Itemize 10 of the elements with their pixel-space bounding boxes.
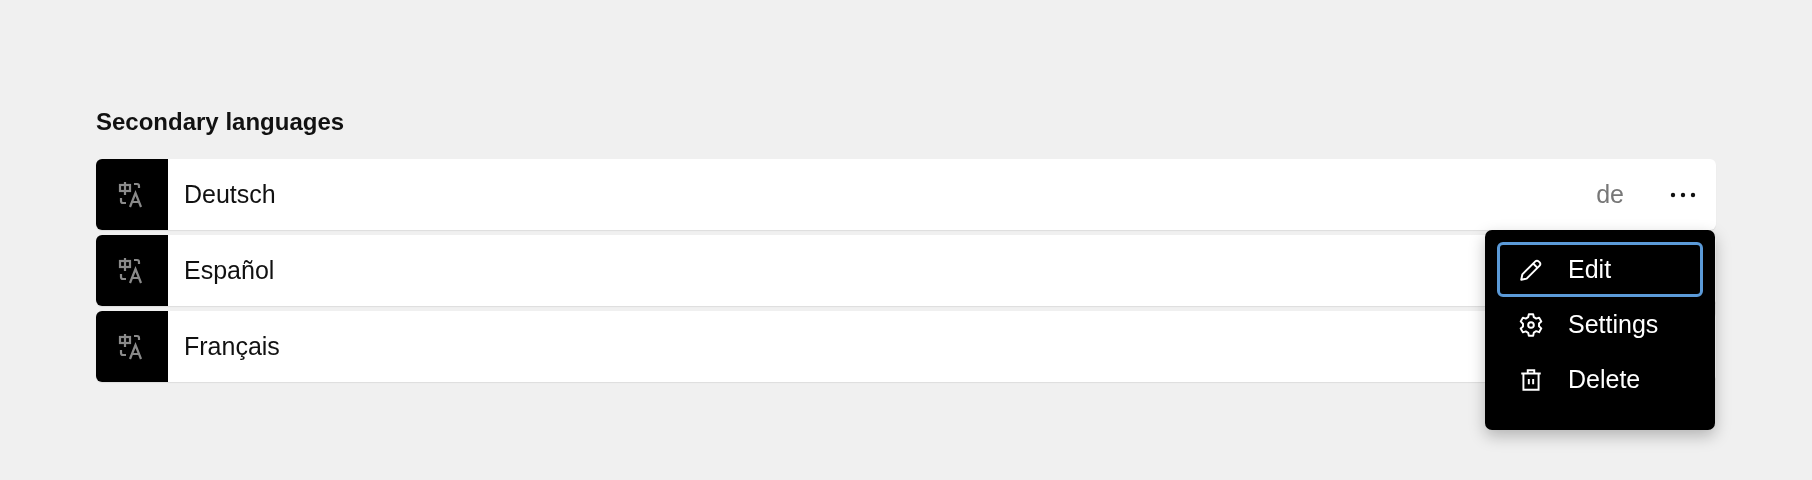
ellipsis-icon xyxy=(1670,191,1696,198)
language-code: de xyxy=(1596,180,1624,209)
language-row[interactable]: Deutsch de xyxy=(96,159,1716,230)
language-name: Español xyxy=(184,256,275,285)
language-name: Deutsch xyxy=(184,180,276,209)
language-name: Français xyxy=(184,332,280,361)
section-title: Secondary languages xyxy=(96,107,346,137)
gear-icon xyxy=(1518,311,1544,338)
menu-item[interactable]: Edit xyxy=(1497,242,1703,297)
trash-icon xyxy=(1518,366,1544,393)
